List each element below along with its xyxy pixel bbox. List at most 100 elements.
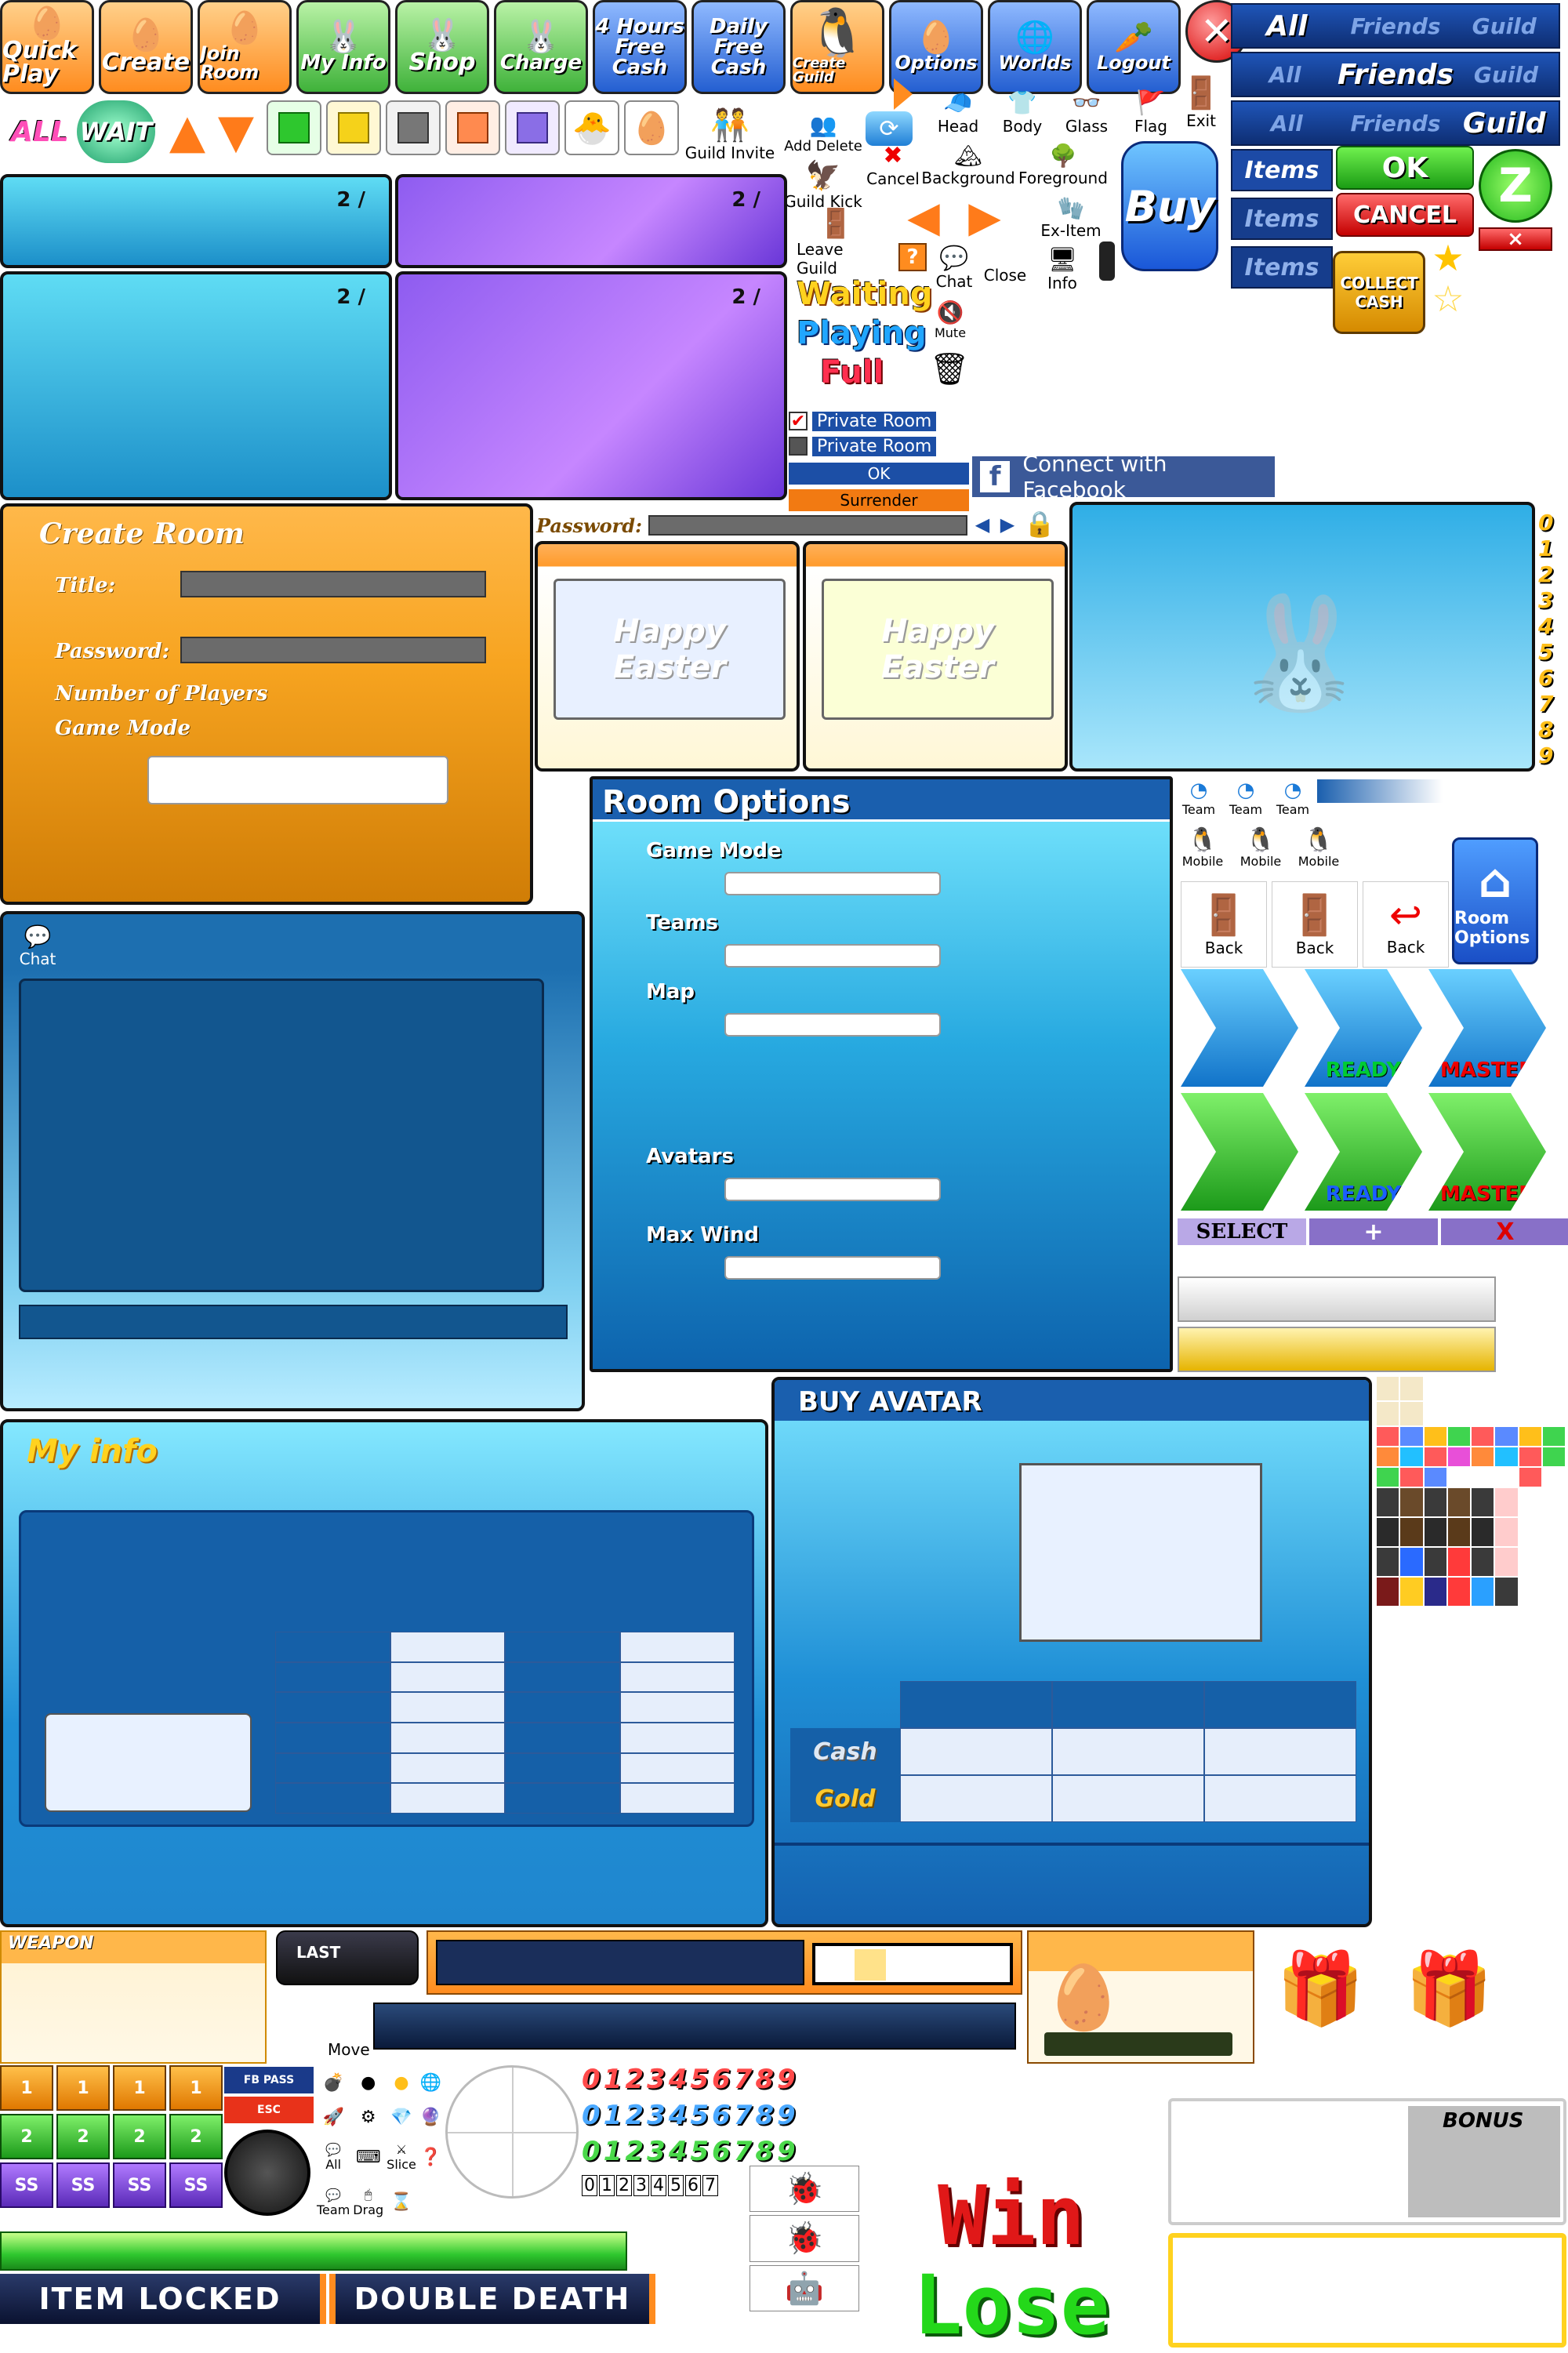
game-mode-select[interactable]	[147, 756, 448, 804]
items-tab-active[interactable]: Items	[1231, 149, 1333, 191]
equip-glass-button[interactable]: 👓 Glass	[1057, 83, 1116, 141]
tile-ss[interactable]: SS	[56, 2162, 110, 2208]
quick-play-button[interactable]: 🥚 Quick Play	[0, 0, 94, 94]
background-button[interactable]: 🏔 Background	[921, 141, 1014, 188]
back-button[interactable]: 🚪 Back	[1181, 881, 1267, 968]
tab-friends[interactable]: Friends	[1341, 111, 1450, 136]
buy-button[interactable]: Buy	[1121, 141, 1218, 271]
room-card-purple-small[interactable]: 2 /	[395, 174, 787, 268]
leave-guild-button[interactable]: 🚪 Leave Guild	[797, 208, 875, 278]
logout-button[interactable]: 🥕 Logout	[1087, 0, 1181, 94]
collect-cash-button[interactable]: COLLECT CASH	[1333, 251, 1425, 334]
max-wind-field[interactable]	[724, 1256, 941, 1280]
tab-all[interactable]: All	[1232, 62, 1338, 88]
tab-friends[interactable]: Friends	[1338, 59, 1454, 91]
page-left-icon[interactable]: ◀	[971, 511, 994, 538]
ready-button-green[interactable]: READY	[1305, 1093, 1422, 1211]
cancel-action-button[interactable]: ✖ Cancel	[866, 141, 920, 188]
ready-chevron-blank-blue[interactable]	[1181, 969, 1298, 1087]
tile-ss[interactable]: SS	[113, 2162, 166, 2208]
create-guild-button[interactable]: 🐧 Create Guild	[790, 0, 884, 94]
chat-log-area[interactable]	[19, 979, 544, 1292]
private-room-unchecked[interactable]: Private Room	[789, 434, 969, 458]
shop-button[interactable]: 🐰 Shop	[395, 0, 489, 94]
surrender-button[interactable]: Surrender	[789, 489, 969, 511]
chat-button[interactable]: 💬 Chat	[928, 240, 980, 295]
trash-icon[interactable]: 🗑	[930, 345, 970, 392]
angle-gauge[interactable]	[812, 1943, 1013, 1985]
help-icon[interactable]: ❓	[419, 2137, 442, 2178]
hourglass-icon[interactable]: ⌛	[387, 2181, 416, 2224]
add-delete-button[interactable]: 👥 Add Delete	[784, 110, 862, 157]
master-button-blue[interactable]: MASTER	[1428, 969, 1546, 1087]
mobile-button[interactable]: 🐧 Mobile	[1292, 822, 1345, 873]
gold-dot-icon[interactable]: ●	[387, 2067, 416, 2098]
create-button[interactable]: 🥚 Create	[99, 0, 193, 94]
team-button[interactable]: ◔ Team	[1176, 776, 1221, 819]
cursor-icon[interactable]: ⌨	[353, 2137, 383, 2178]
my-info-button[interactable]: 🐰 My Info	[296, 0, 390, 94]
private-room-checked[interactable]: ✔ Private Room	[789, 409, 969, 433]
filter-all-button[interactable]: ALL	[5, 100, 75, 163]
arrow-up-icon[interactable]: ▲	[160, 100, 215, 163]
room-preview-card-yellow[interactable]: Happy Easter	[803, 541, 1068, 772]
tab-guild[interactable]: Guild	[1454, 62, 1559, 88]
options-button[interactable]: 🥚 Options	[889, 0, 983, 94]
pencil-slider[interactable]	[1317, 779, 1443, 803]
tab-all[interactable]: All	[1232, 10, 1341, 42]
facebook-connect-button[interactable]: f Connect with Facebook	[972, 451, 1275, 503]
room-card-blue-large[interactable]: 2 /	[0, 271, 392, 500]
fb-pass-button[interactable]: FB PASS	[224, 2067, 314, 2093]
tab-friends[interactable]: Friends	[1341, 13, 1450, 39]
tile-1[interactable]: 1	[169, 2065, 223, 2111]
ready-button-blue[interactable]: READY	[1305, 969, 1422, 1087]
rocket-icon[interactable]: 🚀	[317, 2101, 350, 2133]
items-tab[interactable]: Items	[1231, 246, 1333, 289]
price-cell[interactable]	[1052, 1728, 1204, 1775]
remove-button[interactable]: X	[1441, 1218, 1568, 1246]
four-hours-free-cash-button[interactable]: 4 Hours Free Cash	[593, 0, 687, 94]
team-button[interactable]: ◔ Team	[1223, 776, 1269, 819]
room-options-button[interactable]: ⌂ Room Options	[1452, 837, 1538, 964]
tile-2[interactable]: 2	[56, 2114, 110, 2159]
tile-ss[interactable]: SS	[169, 2162, 223, 2208]
slice-button[interactable]: ⚔ Slice	[387, 2137, 416, 2178]
cancel-button[interactable]: CANCEL	[1336, 193, 1474, 237]
help-icon[interactable]: ?	[898, 243, 927, 271]
add-button[interactable]: +	[1309, 1218, 1438, 1246]
tile-2[interactable]: 2	[169, 2114, 223, 2159]
price-cell[interactable]	[900, 1775, 1052, 1822]
price-cell[interactable]	[900, 1728, 1052, 1775]
info-button[interactable]: 🖥 Info	[1027, 241, 1098, 296]
arrow-right-icon[interactable]: ▶	[961, 192, 1008, 241]
team-button[interactable]: ◔ Team	[1270, 776, 1316, 819]
back-button[interactable]: 🚪 Back	[1272, 881, 1358, 968]
tile-2[interactable]: 2	[113, 2114, 166, 2159]
diamond-icon[interactable]: 💎	[387, 2101, 416, 2133]
close-small-button[interactable]: ×	[1479, 227, 1552, 251]
price-cell[interactable]	[1052, 1775, 1204, 1822]
exit-door-button[interactable]: 🚪 Exit	[1176, 63, 1226, 141]
tile-1[interactable]: 1	[56, 2065, 110, 2111]
tile-2[interactable]: 2	[0, 2114, 53, 2159]
charge-button[interactable]: 🐰 Charge	[494, 0, 588, 94]
tab-guild[interactable]: Guild	[1450, 13, 1559, 39]
mobile-button[interactable]: 🐧 Mobile	[1176, 822, 1229, 873]
tab-all[interactable]: All	[1232, 111, 1341, 136]
page-right-icon[interactable]: ▶	[996, 511, 1019, 538]
mobile-button[interactable]: 🐧 Mobile	[1234, 822, 1287, 873]
item-icon[interactable]: 🔮	[419, 2101, 442, 2133]
move-bar[interactable]	[373, 2003, 1016, 2050]
z-key-icon[interactable]: Z	[1479, 149, 1552, 223]
team-chat-button[interactable]: 💬 Team	[317, 2181, 350, 2224]
password-input[interactable]	[648, 515, 967, 536]
arrow-down-icon[interactable]: ▼	[209, 100, 263, 163]
arrow-left-icon[interactable]: ◀	[900, 192, 947, 241]
avatars-field[interactable]	[724, 1178, 941, 1201]
joystick-knob[interactable]	[224, 2130, 310, 2216]
aim-crosshair[interactable]	[445, 2065, 579, 2199]
tab-guild[interactable]: Guild	[1450, 107, 1559, 140]
chat-input[interactable]	[19, 1305, 568, 1339]
all-chat-button[interactable]: 💬 All	[317, 2137, 350, 2178]
price-cell[interactable]	[1204, 1728, 1356, 1775]
